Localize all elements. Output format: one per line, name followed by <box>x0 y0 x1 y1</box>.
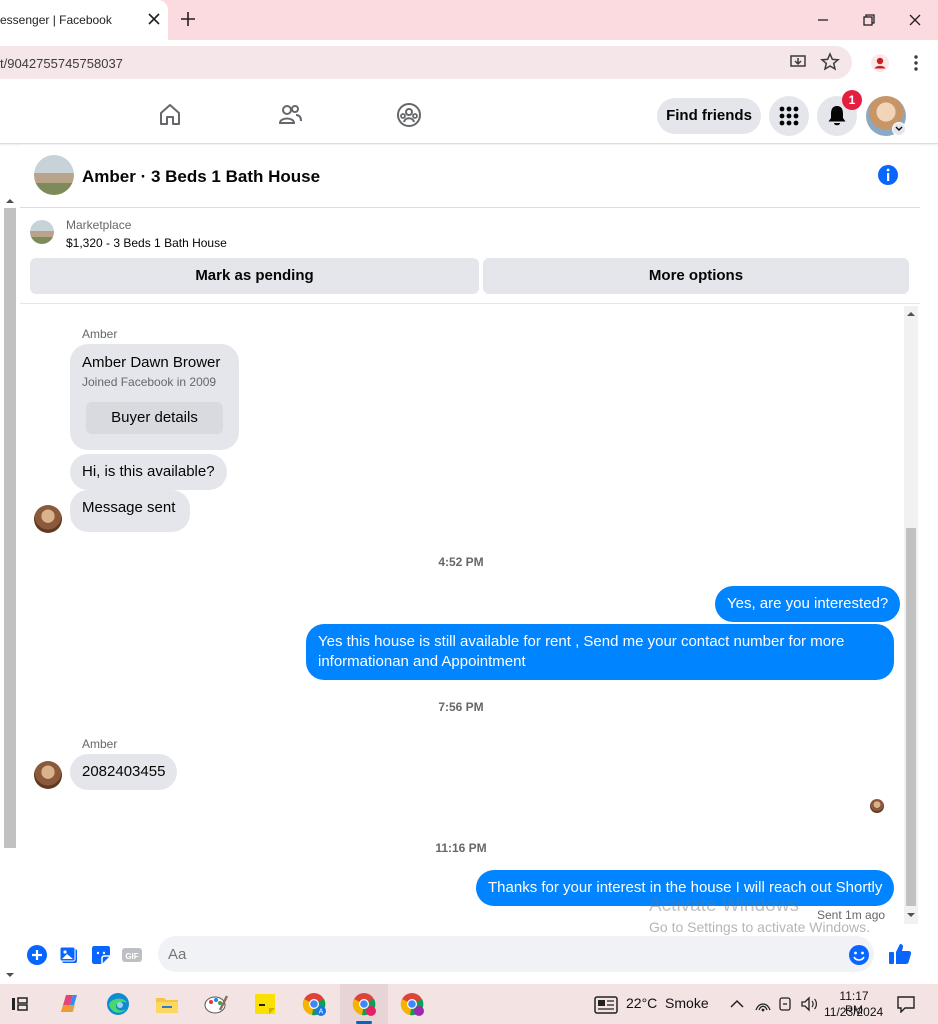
message-scrollbar-thumb[interactable] <box>906 528 916 906</box>
timestamp: 11:16 PM <box>435 841 487 855</box>
chat-title[interactable]: Amber · 3 Beds 1 Bath House <box>82 167 320 187</box>
chevron-up-icon[interactable] <box>729 997 745 1011</box>
new-tab-icon[interactable] <box>179 10 197 28</box>
more-options-button[interactable]: More options <box>483 258 909 294</box>
photo-icon[interactable] <box>58 944 80 966</box>
bell-icon <box>828 106 846 126</box>
listing-price-title[interactable]: $1,320 - 3 Beds 1 Bath House <box>66 236 227 250</box>
page-scrollbar[interactable] <box>4 208 16 848</box>
network-icon[interactable] <box>754 996 772 1012</box>
close-tab-icon[interactable] <box>145 10 163 28</box>
browser-menu-icon[interactable] <box>906 53 926 73</box>
marketplace-label: Marketplace <box>66 218 132 232</box>
buyer-joined: Joined Facebook in 2009 <box>82 375 217 389</box>
account-chevron[interactable] <box>892 122 906 136</box>
news-widget-icon[interactable] <box>594 996 618 1014</box>
chat-header: Amber · 3 Beds 1 Bath House <box>20 145 920 208</box>
facebook-top-nav: Find friends 1 <box>0 86 938 144</box>
incoming-message[interactable]: 2082403455 <box>70 754 178 790</box>
profile-icon[interactable] <box>870 53 890 73</box>
scroll-down-arrow-icon[interactable] <box>4 970 16 980</box>
address-bar[interactable]: t/9042755745758037 <box>0 46 852 79</box>
edge-icon[interactable] <box>104 990 132 1018</box>
scroll-down-arrow-icon[interactable] <box>905 911 917 919</box>
copilot-icon[interactable] <box>55 990 83 1018</box>
browser-tab-strip: essenger | Facebook <box>0 0 938 40</box>
message-line: Yes this house is still available for re… <box>318 633 845 650</box>
chevron-down-icon <box>895 126 903 131</box>
scroll-up-arrow-icon[interactable] <box>4 196 16 206</box>
outgoing-message[interactable]: Yes this house is still available for re… <box>306 624 894 680</box>
buyer-profile-card: Amber Dawn Brower Joined Facebook in 200… <box>70 344 239 450</box>
install-app-icon[interactable] <box>788 52 808 72</box>
plus-circle-icon[interactable] <box>26 944 48 966</box>
message-list[interactable]: Amber Amber Dawn Brower Joined Facebook … <box>20 304 902 924</box>
browser-tab[interactable]: essenger | Facebook <box>0 0 168 40</box>
listing-thumbnail[interactable] <box>34 155 74 195</box>
chrome-profile-icon <box>352 993 376 1016</box>
browser-toolbar: t/9042755745758037 <box>0 40 938 86</box>
marketplace-thumbnail[interactable] <box>30 220 54 244</box>
buyer-name: Amber Dawn Brower <box>82 354 221 371</box>
close-window-icon[interactable] <box>905 10 925 30</box>
info-icon[interactable] <box>877 164 899 186</box>
message-input[interactable] <box>158 936 874 972</box>
message-composer: GIF <box>20 934 920 976</box>
taskbar-active-app[interactable] <box>340 984 388 1024</box>
home-icon[interactable] <box>157 102 183 128</box>
marketplace-listing-bar: Marketplace $1,320 - 3 Beds 1 Bath House… <box>20 208 920 304</box>
sender-avatar[interactable] <box>34 505 62 533</box>
windows-taskbar: A 22°C Smoke 11:17 PM 11/23/2024 <box>0 984 938 1024</box>
incoming-message[interactable]: Message sent <box>70 490 190 532</box>
timestamp: 4:52 PM <box>438 555 484 569</box>
weather-status[interactable]: 22°C Smoke <box>626 995 709 1011</box>
url-text: t/9042755745758037 <box>0 56 123 71</box>
svg-text:GIF: GIF <box>125 952 138 961</box>
clock-date[interactable]: 11/23/2024 <box>824 1005 883 1019</box>
emoji-icon[interactable] <box>848 944 870 966</box>
scroll-up-arrow-icon[interactable] <box>905 310 917 318</box>
restore-window-icon[interactable] <box>859 10 879 30</box>
chrome-profile-2-icon[interactable] <box>398 990 426 1018</box>
sticker-icon[interactable] <box>90 944 112 966</box>
groups-icon[interactable] <box>396 102 422 128</box>
grid-menu-icon <box>779 106 799 126</box>
find-friends-button[interactable]: Find friends <box>657 98 761 134</box>
buyer-details-button[interactable]: Buyer details <box>86 402 223 434</box>
activation-watermark-subtitle: Go to Settings to activate Windows. <box>649 919 870 935</box>
like-icon[interactable] <box>888 942 912 966</box>
incoming-message[interactable]: Hi, is this available? <box>70 454 227 490</box>
timestamp: 7:56 PM <box>438 700 484 714</box>
activation-watermark-title: Activate Windows <box>649 895 799 916</box>
bookmark-star-icon[interactable] <box>820 52 840 72</box>
sender-name: Amber <box>82 737 118 751</box>
menu-button[interactable] <box>769 96 809 136</box>
mark-as-pending-button[interactable]: Mark as pending <box>30 258 479 294</box>
sender-name: Amber <box>82 327 118 341</box>
task-view-icon[interactable] <box>5 990 33 1018</box>
minimize-window-icon[interactable] <box>813 10 833 30</box>
battery-icon[interactable] <box>777 996 793 1012</box>
friends-icon[interactable] <box>277 102 303 128</box>
outgoing-message[interactable]: Yes, are you interested? <box>715 586 901 622</box>
sender-avatar[interactable] <box>34 761 62 789</box>
svg-text:A: A <box>319 1009 324 1016</box>
paint-icon[interactable] <box>202 990 230 1018</box>
notification-center-icon[interactable] <box>896 995 916 1013</box>
gif-icon[interactable]: GIF <box>121 944 143 966</box>
notification-badge: 1 <box>842 90 862 110</box>
message-line: informationan and Appointment <box>318 653 526 670</box>
volume-icon[interactable] <box>800 996 818 1012</box>
file-explorer-icon[interactable] <box>153 990 181 1018</box>
chrome-icon[interactable]: A <box>300 990 328 1018</box>
read-receipt-avatar <box>870 799 884 813</box>
tab-title: essenger | Facebook <box>0 13 112 27</box>
sticky-notes-icon[interactable] <box>251 990 279 1018</box>
